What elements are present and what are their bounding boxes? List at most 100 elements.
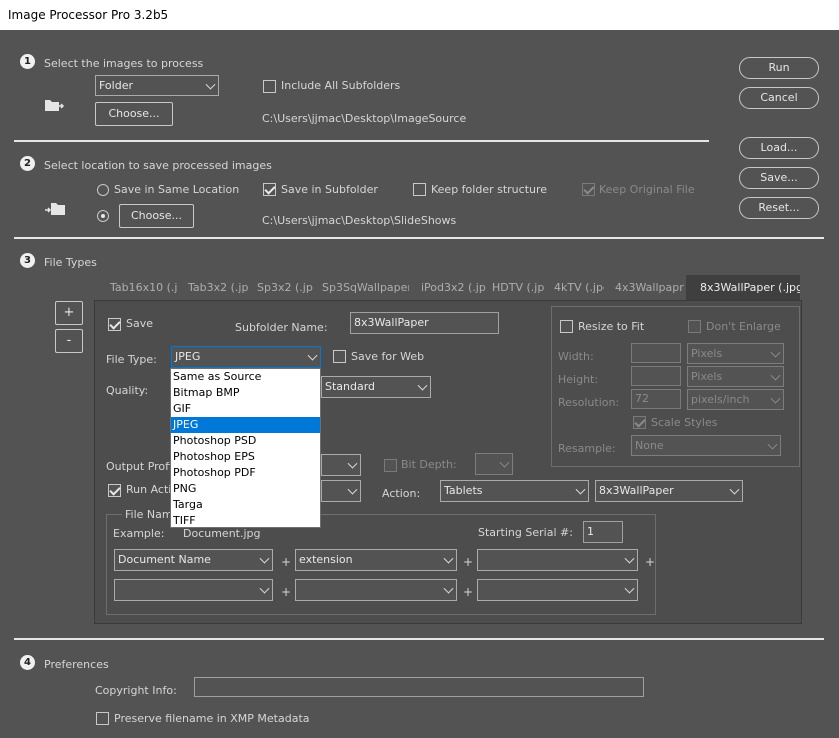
resolution-input[interactable]: 72 [631,389,681,409]
tab-4x3wallpapr[interactable]: 4x3Wallpapr (. [612,275,688,301]
remove-file-type-button[interactable]: - [55,329,83,353]
keep-original-file-checkbox[interactable] [582,183,595,196]
save-same-location-radio[interactable] [97,184,109,196]
dest-choose-button[interactable]: Choose... [119,204,194,228]
starting-serial-input[interactable]: 1 [583,521,623,543]
chevron-down-icon [443,583,454,594]
source-choose-button[interactable]: Choose... [95,102,173,126]
file-type-dropdown-list: Same as Source Bitmap BMP GIF JPEG Photo… [170,368,321,528]
save-same-location-label: Save in Same Location [114,183,240,196]
save-for-web-checkbox[interactable] [333,350,346,363]
naming-select-value: Document Name [118,553,211,566]
section2-number: 2 [20,156,35,171]
bit-depth-select[interactable] [475,453,513,475]
run-action-checkbox[interactable] [108,484,121,497]
reset-button[interactable]: Reset... [739,197,819,219]
resize-to-fit-label: Resize to Fit [578,320,645,333]
chevron-down-icon [767,439,778,450]
tab-8x3wallpaper[interactable]: 8x3WallPaper (.jpg) [686,275,800,301]
quality-mode-select[interactable]: Standard [321,376,431,398]
tab-tab16x10[interactable]: Tab16x10 (.j [107,275,181,301]
save-type-checkbox[interactable] [108,318,121,331]
include-subfolders-checkbox[interactable] [263,80,276,93]
plus-sign: + [281,585,292,599]
resample-value: None [635,439,664,452]
naming-select-2-2[interactable] [295,579,457,601]
naming-select-1-3[interactable] [477,549,638,571]
subfolder-name-input[interactable]: 8x3WallPaper [350,312,499,334]
cancel-button[interactable]: Cancel [739,87,819,109]
file-type-option[interactable]: Targa [171,497,320,513]
tab-ipod3x2[interactable]: iPod3x2 (.jp [418,275,486,301]
file-type-option[interactable]: Photoshop PSD [171,433,320,449]
file-type-label: File Type: [106,353,157,366]
copyright-input[interactable] [194,677,644,697]
scale-styles-checkbox[interactable] [633,416,646,429]
load-button[interactable]: Load... [739,137,819,159]
file-type-option[interactable]: Bitmap BMP [171,385,320,401]
keep-original-file-label: Keep Original File [599,183,695,196]
divider [14,140,709,142]
keep-folder-structure-checkbox[interactable] [413,183,426,196]
tab-4ktv[interactable]: 4kTV (.jpg [551,275,604,301]
chevron-down-icon [499,457,510,468]
file-type-option[interactable]: PNG [171,481,320,497]
save-for-web-label: Save for Web [351,350,425,363]
bit-depth-checkbox[interactable] [384,459,397,472]
source-select[interactable]: Folder [95,75,219,96]
naming-select-2-3[interactable] [477,579,638,601]
section1-label: Select the images to process [44,57,204,70]
tab-sp3sqwallpaper[interactable]: Sp3SqWallpaper ( [319,275,409,301]
quality-label: Quality: [106,384,149,397]
run-button[interactable]: Run [739,57,819,79]
output-profile-select[interactable] [321,454,361,476]
plus-sign: + [281,555,292,569]
naming-select-1-1[interactable]: Document Name [114,549,273,571]
save-settings-button[interactable]: Save... [739,167,819,189]
file-type-option[interactable]: TIFF [171,513,320,529]
file-type-option[interactable]: GIF [171,401,320,417]
file-type-option[interactable]: Photoshop PDF [171,465,320,481]
tab-tab3x2[interactable]: Tab3x2 (.jp [185,275,251,301]
file-type-select[interactable]: JPEG [171,346,321,368]
height-input[interactable] [631,366,681,386]
save-in-subfolder-checkbox[interactable] [263,183,276,196]
resize-to-fit-checkbox[interactable] [560,320,573,333]
file-type-option[interactable]: Photoshop EPS [171,449,320,465]
height-unit-select[interactable]: Pixels [687,366,784,387]
tab-hdtv[interactable]: HDTV (.jp [489,275,547,301]
add-file-type-button[interactable]: + [55,301,83,325]
copyright-label: Copyright Info: [95,684,177,697]
starting-serial-label: Starting Serial #: [478,526,573,539]
width-input[interactable] [631,343,681,363]
section3-number: 3 [20,253,35,268]
width-label: Width: [558,350,594,363]
chevron-down-icon [624,553,635,564]
dont-enlarge-checkbox[interactable] [688,320,701,333]
save-choose-location-radio[interactable] [97,210,109,222]
include-subfolders-label: Include All Subfolders [281,79,401,92]
width-unit-select[interactable]: Pixels [687,343,784,364]
scale-styles-label: Scale Styles [651,416,718,429]
source-path: C:\Users\jjmac\Desktop\ImageSource [262,112,467,125]
resample-select[interactable]: None [631,435,781,456]
preserve-filename-checkbox[interactable] [96,712,109,725]
action-name-select[interactable]: 8x3WallPaper [595,480,743,502]
file-type-option[interactable]: Same as Source [171,369,320,385]
run-action-select[interactable] [321,480,361,502]
divider [14,237,824,239]
divider [14,638,824,640]
file-type-option-selected[interactable]: JPEG [171,417,320,433]
tab-sp3x2[interactable]: Sp3x2 (.jp [254,275,316,301]
naming-select-value: extension [299,553,353,566]
action-set-select[interactable]: Tablets [440,480,589,502]
height-unit-value: Pixels [691,370,723,383]
file-type-tabs: Tab16x10 (.j Tab3x2 (.jp Sp3x2 (.jp Sp3S… [96,275,800,301]
example-label: Example: [113,527,165,540]
resolution-unit-select[interactable]: pixels/inch [687,389,784,410]
naming-select-2-1[interactable] [114,579,273,601]
chevron-down-icon [347,458,358,469]
resample-label: Resample: [558,442,616,455]
naming-select-1-2[interactable]: extension [295,549,457,571]
keep-folder-structure-label: Keep folder structure [431,183,548,196]
